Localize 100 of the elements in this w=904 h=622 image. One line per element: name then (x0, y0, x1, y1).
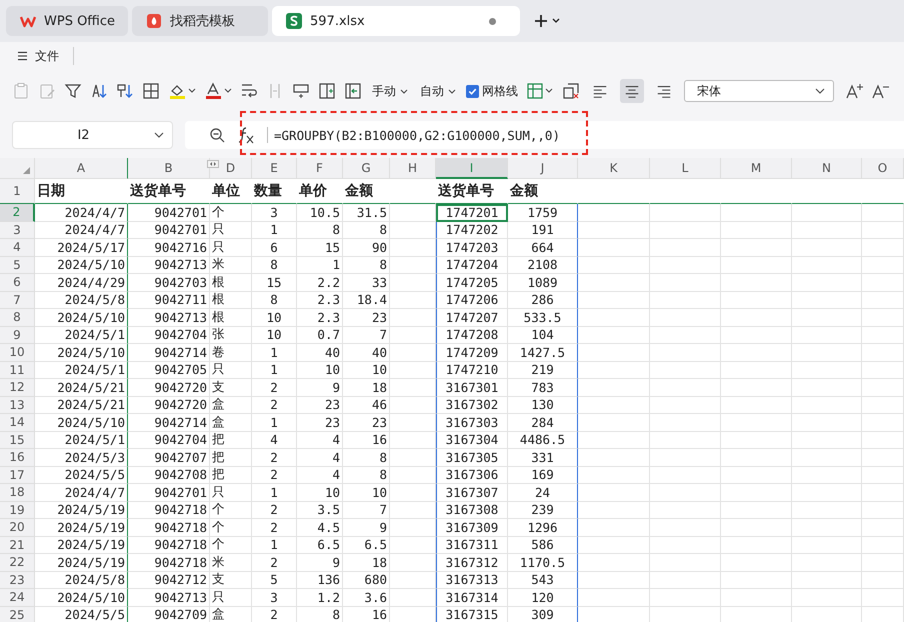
row-header[interactable]: 3 (0, 222, 35, 239)
document-tab[interactable]: 找稻壳模板 (132, 6, 268, 36)
table-cell: 只 (210, 239, 252, 256)
sort-descending-icon[interactable] (116, 82, 134, 100)
table-cell: 1 (252, 222, 297, 239)
table-cell: 90 (343, 239, 390, 256)
empty-cell (862, 466, 904, 484)
row-header[interactable]: 24 (0, 589, 35, 606)
document-tab[interactable]: WPS Office (6, 6, 128, 36)
row-header[interactable]: 7 (0, 292, 35, 309)
column-header[interactable]: H (390, 158, 436, 179)
row-header[interactable]: 21 (0, 536, 35, 554)
column-header[interactable]: G (343, 158, 390, 179)
hidden-column-icon[interactable] (207, 160, 219, 168)
row-header[interactable]: 12 (0, 379, 35, 396)
empty-cell (390, 519, 436, 536)
empty-cell (721, 396, 792, 414)
insert-column-icon[interactable] (318, 82, 336, 100)
empty-cell (721, 362, 792, 379)
empty-cell (721, 449, 792, 466)
align-icon (656, 83, 672, 99)
column-header[interactable]: L (650, 158, 721, 179)
clear-format-icon[interactable] (562, 82, 580, 100)
column-header[interactable]: O (862, 158, 904, 179)
file-menu[interactable]: 文件 (18, 48, 59, 64)
table-cell: 533.5 (508, 309, 578, 326)
column-header[interactable]: B (128, 158, 210, 179)
row-header[interactable]: 6 (0, 274, 35, 292)
row-header[interactable]: 11 (0, 362, 35, 379)
table-cell: 1747205 (436, 274, 508, 292)
font-color-icon[interactable] (204, 82, 232, 100)
table-cell: 4 (252, 432, 297, 449)
table-cell: 16 (343, 432, 390, 449)
row-header[interactable]: 22 (0, 554, 35, 572)
row-header[interactable]: 15 (0, 432, 35, 449)
borders-icon[interactable] (142, 82, 160, 100)
column-header[interactable]: K (578, 158, 650, 179)
table-cell: 6 (252, 239, 297, 256)
row-header[interactable]: 25 (0, 606, 35, 622)
table-cell: 1 (297, 256, 343, 274)
empty-cell (862, 414, 904, 432)
row-header[interactable]: 17 (0, 466, 35, 484)
table-cell: 2024/5/1 (35, 326, 128, 344)
table-cell: 9042704 (128, 326, 210, 344)
filter-icon[interactable] (64, 82, 82, 100)
table-cell: 3167306 (436, 466, 508, 484)
column-header[interactable]: A (35, 158, 128, 179)
row-header[interactable]: 23 (0, 572, 35, 589)
table-cell: 张 (210, 326, 252, 344)
column-header[interactable]: D (210, 158, 252, 179)
insert-row-icon[interactable] (292, 82, 310, 100)
empty-cell (578, 362, 650, 379)
empty-cell (650, 502, 721, 519)
function-icon[interactable] (237, 126, 255, 144)
row-header[interactable]: 5 (0, 256, 35, 274)
column-title-cell: 金额 (343, 179, 390, 204)
empty-cell (721, 309, 792, 326)
new-tab-icon[interactable] (534, 14, 560, 28)
table-cell: 3.6 (343, 589, 390, 606)
row-header[interactable]: 19 (0, 502, 35, 519)
empty-cell (862, 519, 904, 536)
name-box[interactable]: I2 (12, 121, 173, 149)
caret-icon (154, 132, 164, 138)
align-button[interactable] (620, 79, 644, 103)
font-select[interactable]: 宋体 (684, 80, 834, 102)
row-header[interactable]: 1 (0, 179, 35, 204)
auto-fit-dropdown[interactable]: 自动 (418, 80, 458, 102)
empty-cell (650, 362, 721, 379)
decrease-font-icon[interactable] (872, 82, 890, 100)
row-header[interactable]: 18 (0, 484, 35, 502)
table-cell: 只 (210, 362, 252, 379)
empty-cell (390, 309, 436, 326)
document-tab[interactable]: 597.xlsx (272, 6, 520, 36)
cell-style-icon[interactable] (526, 82, 554, 100)
gridlines-checkbox[interactable]: 网格线 (466, 82, 518, 100)
column-header[interactable]: J (508, 158, 578, 179)
column-header[interactable]: N (792, 158, 862, 179)
column-header[interactable]: M (721, 158, 792, 179)
table-cell: 米 (210, 554, 252, 572)
table-cell: 把 (210, 432, 252, 449)
empty-cell (721, 204, 792, 222)
row-header[interactable]: 13 (0, 396, 35, 414)
empty-cell (792, 256, 862, 274)
zoom-out-icon[interactable] (209, 127, 225, 143)
calc-mode-dropdown[interactable]: 手动 (370, 80, 410, 102)
row-header[interactable]: 10 (0, 344, 35, 362)
row-header[interactable]: 4 (0, 239, 35, 256)
empty-cell (578, 326, 650, 344)
align-icon (624, 83, 640, 99)
row-header[interactable]: 8 (0, 309, 35, 326)
row-header[interactable]: 20 (0, 519, 35, 536)
row-header[interactable]: 14 (0, 414, 35, 432)
sort-ascending-icon[interactable] (90, 82, 108, 100)
row-header[interactable]: 9 (0, 326, 35, 344)
column-header[interactable]: F (297, 158, 343, 179)
increase-font-icon[interactable] (846, 82, 864, 100)
row-header[interactable]: 16 (0, 449, 35, 466)
column-header[interactable]: E (252, 158, 297, 179)
wrap-text-icon[interactable] (240, 82, 258, 100)
freeze-pane-icon[interactable] (344, 82, 362, 100)
